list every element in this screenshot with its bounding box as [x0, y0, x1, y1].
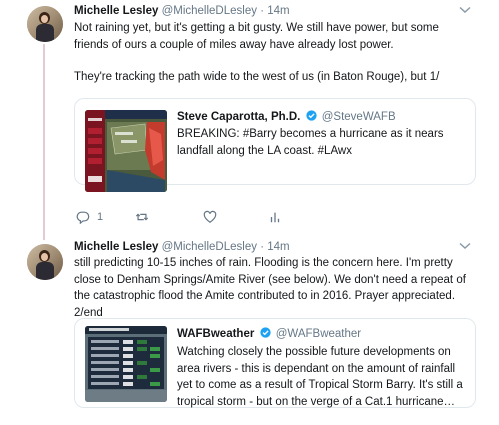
quoted-tweet[interactable]: WAFBweather @WAFBweather Watching closel…: [74, 318, 476, 408]
avatar[interactable]: [27, 244, 63, 280]
tweet-header: Michelle Lesley @MichelleDLesley · 14m: [74, 241, 290, 253]
retweet-icon: [135, 213, 149, 221]
author-name[interactable]: Michelle Lesley: [74, 5, 158, 17]
quoted-tweet-image[interactable]: [85, 110, 167, 192]
quoted-tweet-header: Steve Caparotta, Ph.D. @SteveWAFB: [177, 110, 396, 123]
avatar[interactable]: [27, 6, 63, 42]
reply-count: 1: [97, 211, 104, 223]
author-handle[interactable]: @MichelleDLesley: [162, 241, 257, 253]
like-button[interactable]: [203, 208, 217, 226]
like-icon: [203, 210, 217, 223]
separator-dot: ·: [260, 5, 265, 17]
reply-icon: [76, 211, 90, 224]
quoted-author-name[interactable]: WAFBweather: [177, 328, 254, 340]
quoted-author-handle[interactable]: @WAFBweather: [276, 328, 361, 340]
analytics-icon: [270, 212, 280, 223]
reply-button[interactable]: 1: [76, 208, 103, 226]
verified-badge-icon: [259, 327, 271, 338]
tweet-text: Not raining yet, but it's getting a bit …: [74, 20, 474, 86]
quoted-tweet-text: BREAKING: #Barry becomes a hurricane as …: [177, 128, 444, 157]
timestamp[interactable]: 14m: [267, 241, 289, 253]
tweet[interactable]: Michelle Lesley @MichelleDLesley · 14m s…: [0, 238, 499, 425]
chevron-down-icon[interactable]: [459, 6, 471, 14]
analytics-button[interactable]: [268, 208, 282, 226]
chevron-down-icon[interactable]: [459, 242, 471, 250]
quoted-tweet[interactable]: Steve Caparotta, Ph.D. @SteveWAFB BREAKI…: [74, 98, 476, 192]
tweet-paragraph: Not raining yet, but it's getting a bit …: [74, 22, 439, 51]
quoted-tweet-header: WAFBweather @WAFBweather: [177, 327, 361, 340]
timestamp[interactable]: 14m: [267, 5, 289, 17]
quoted-author-handle[interactable]: @SteveWAFB: [322, 111, 396, 123]
author-handle[interactable]: @MichelleDLesley: [162, 5, 257, 17]
tweet[interactable]: Michelle Lesley @MichelleDLesley · 14m N…: [0, 0, 499, 240]
tweet-paragraph: They're tracking the path wide to the we…: [74, 71, 440, 83]
quoted-author-name[interactable]: Steve Caparotta, Ph.D.: [177, 111, 300, 123]
tweet-actions: 1: [74, 208, 334, 228]
author-name[interactable]: Michelle Lesley: [74, 241, 158, 253]
separator-dot: ·: [260, 241, 265, 253]
tweet-header: Michelle Lesley @MichelleDLesley · 14m: [74, 5, 290, 17]
quoted-tweet-text: Watching closely the possible future dev…: [177, 346, 463, 408]
retweet-button[interactable]: [135, 208, 149, 226]
verified-badge-icon: [305, 110, 317, 121]
tweet-text: still predicting 10-15 inches of rain. F…: [74, 257, 466, 319]
quoted-tweet-image[interactable]: [85, 326, 167, 402]
